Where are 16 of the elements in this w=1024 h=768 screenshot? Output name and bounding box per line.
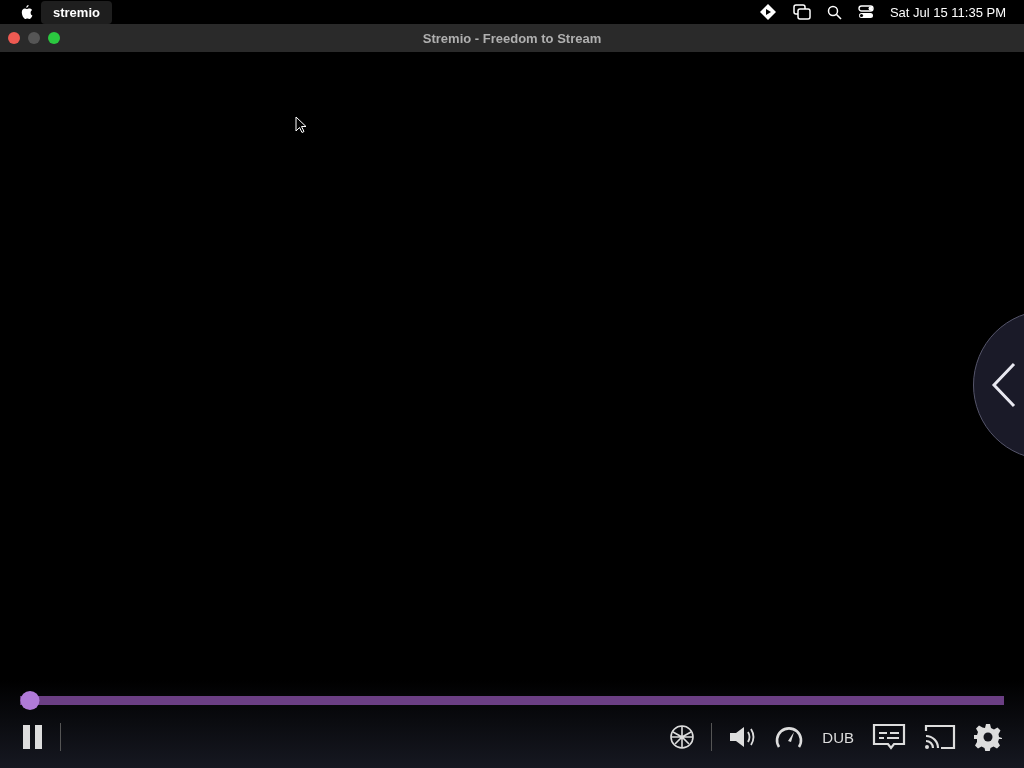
windows-icon[interactable] [792,4,811,20]
control-center-icon[interactable] [857,4,874,20]
app-menu[interactable]: stremio [41,0,112,24]
apple-icon[interactable] [19,4,33,20]
diamond-play-icon[interactable] [758,3,777,21]
menu-bar-clock: Sat Jul 15 11:35 PM [889,4,1006,20]
cast-button[interactable] [922,722,958,752]
close-button[interactable] [8,32,20,44]
window-title: Stremio - Freedom to Stream [422,30,602,46]
search-icon[interactable] [826,4,842,20]
seek-thumb[interactable] [20,690,40,710]
chevron-left-icon [991,362,1017,408]
settings-button[interactable] [972,721,1004,753]
audio-track-button[interactable]: DUB [820,726,856,748]
mouse-cursor-icon [295,116,307,134]
zoom-button[interactable] [48,32,60,44]
